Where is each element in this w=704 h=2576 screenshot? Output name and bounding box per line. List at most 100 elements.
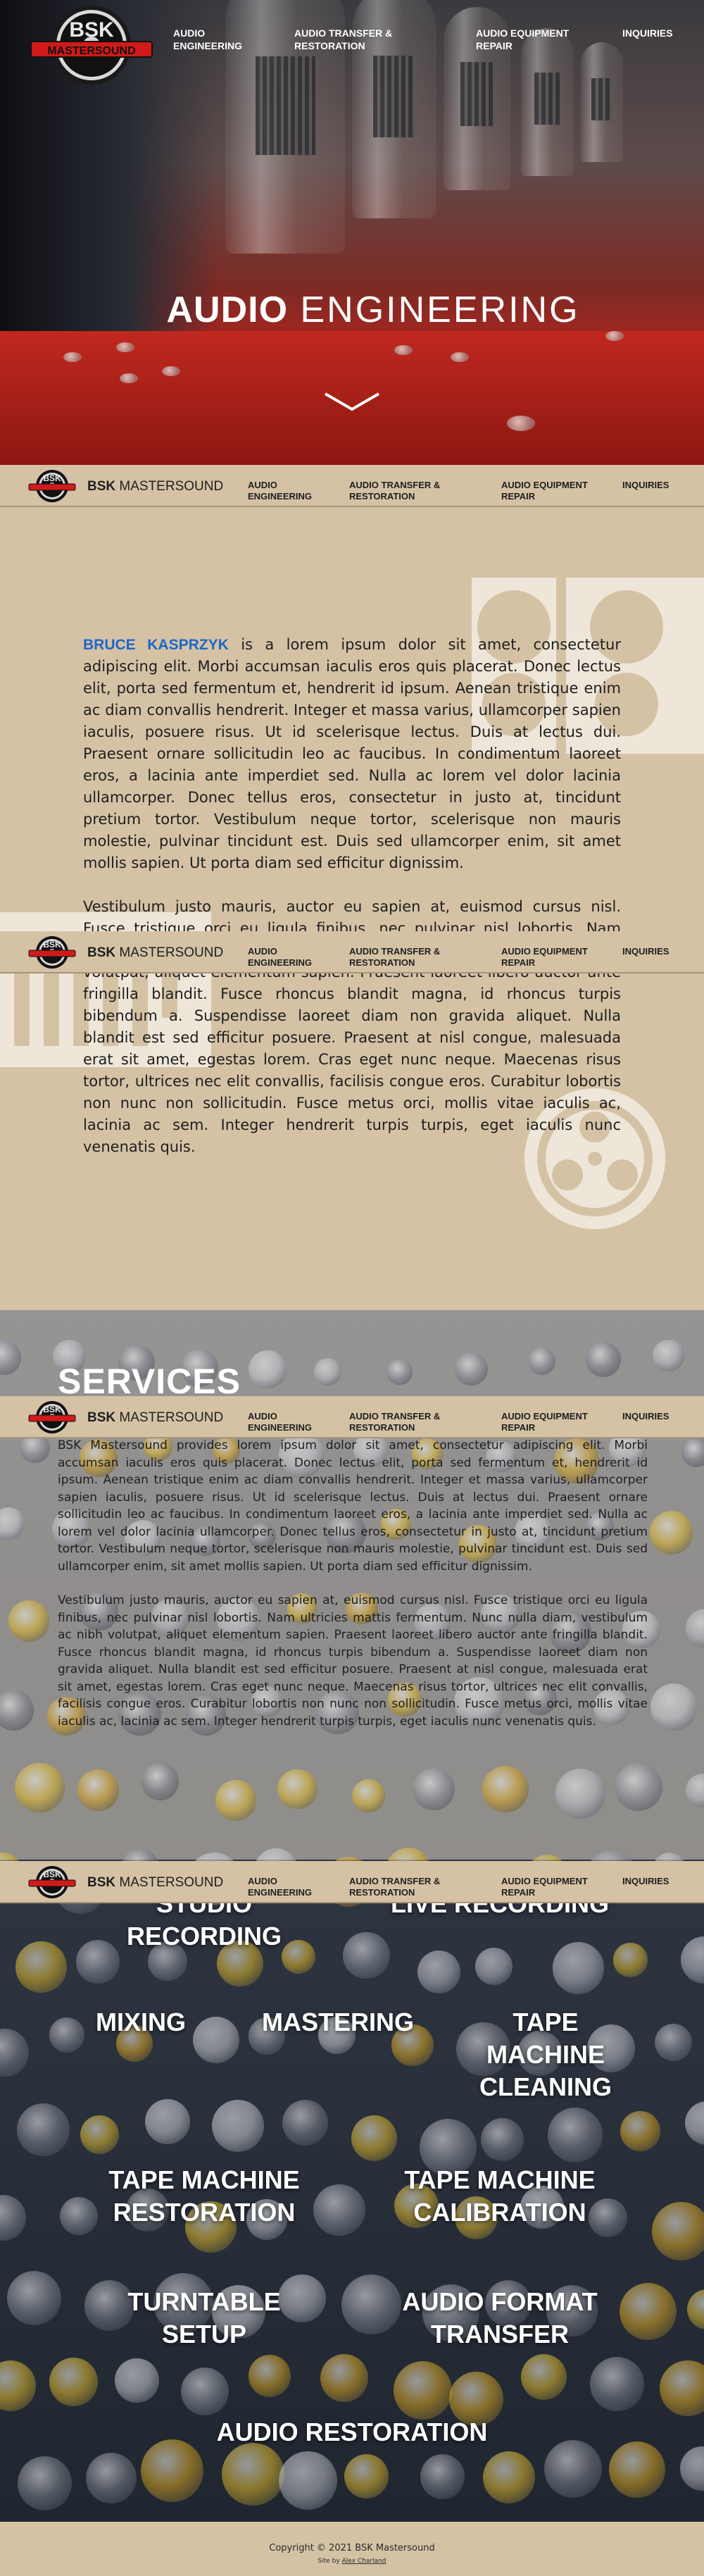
bsk-logo-icon[interactable]: BSK: [28, 1865, 76, 1900]
console-knob: [660, 2360, 704, 2417]
console-knob: [181, 2367, 230, 2415]
brand-name[interactable]: BSK MASTERSOUND: [87, 1410, 223, 1426]
service-audio-restoration[interactable]: AUDIO RESTORATION: [176, 2416, 528, 2449]
service-tape-machine-calibration[interactable]: TAPE MACHINE CALIBRATION: [373, 2164, 627, 2229]
nav-item-inquiries[interactable]: INQUIRIES: [622, 27, 673, 39]
nav-item-audio-transfer-restoration[interactable]: AUDIO TRANSFER & RESTORATION: [349, 1411, 440, 1433]
brand-name[interactable]: BSK MASTERSOUND: [87, 1875, 223, 1891]
service-mastering[interactable]: MASTERING: [243, 2006, 433, 2039]
nav-item-inquiries[interactable]: INQUIRIES: [622, 480, 669, 491]
console-knob: [0, 2194, 27, 2241]
console-knob: [475, 1948, 513, 1986]
console-knob: [15, 1941, 67, 1993]
nav-item-audio-engineering[interactable]: AUDIO ENGINEERING: [248, 946, 312, 969]
footer: Copyright © 2021 BSK Mastersound Site by…: [0, 2522, 704, 2576]
services-text: BSK Mastersound provides lorem ipsum dol…: [58, 1437, 648, 1747]
console-knob: [455, 1352, 488, 1386]
nav-item-audio-transfer-restoration[interactable]: AUDIO TRANSFER & RESTORATION: [349, 1876, 440, 1898]
svg-text:BSK: BSK: [43, 1869, 61, 1879]
console-knob: [49, 2358, 98, 2407]
nav-item-audio-engineering[interactable]: AUDIO ENGINEERING: [248, 480, 312, 502]
console-knob: [520, 2353, 567, 2401]
bsk-logo-icon[interactable]: BSK: [28, 468, 76, 504]
copyright-text: Copyright © 2021 BSK Mastersound: [269, 2543, 435, 2553]
console-knob: [342, 1931, 390, 1979]
console-knob: [482, 2451, 535, 2504]
console-knob: [482, 1765, 529, 1812]
console-knob: [613, 1943, 648, 1978]
bsk-logo-icon[interactable]: BSK: [28, 1400, 76, 1435]
console-knob: [16, 2103, 70, 2157]
nav-item-audio-equipment-repair[interactable]: AUDIO EQUIPMENT REPAIR: [501, 1411, 588, 1433]
services-section: SERVICES BSK Mastersound provides lorem …: [0, 1310, 704, 2522]
console-knob: [278, 2451, 338, 2510]
console-knob: [394, 2361, 453, 2420]
console-knob: [686, 2289, 704, 2330]
console-knob: [417, 1950, 461, 1993]
console-knob: [141, 2439, 204, 2503]
console-knob: [480, 2118, 524, 2162]
console-knob: [86, 2452, 137, 2503]
credit-link[interactable]: Alex Charland: [342, 2558, 386, 2565]
service-mixing[interactable]: MIXING: [63, 2006, 218, 2039]
brand-name[interactable]: BSK MASTERSOUND: [87, 479, 223, 494]
service-tape-machine-cleaning[interactable]: TAPE MACHINE CLEANING: [451, 2006, 641, 2103]
nav-item-audio-engineering[interactable]: AUDIO ENGINEERING: [248, 1876, 312, 1898]
logo[interactable]: BSK MASTERSOUND: [28, 3, 155, 90]
console-knob: [590, 2356, 645, 2411]
console-knob: [420, 2454, 465, 2499]
brand-name[interactable]: BSK MASTERSOUND: [87, 945, 223, 961]
console-knob: [654, 2023, 693, 2061]
services-paragraph: BSK Mastersound provides lorem ipsum dol…: [58, 1438, 648, 1574]
console-knob: [212, 2099, 265, 2152]
nav-item-audio-equipment-repair[interactable]: AUDIO EQUIPMENT REPAIR: [501, 1876, 588, 1898]
console-knob: [527, 1348, 555, 1376]
sticky-navigation: BSK BSK MASTERSOUND AUDIO ENGINEERING AUD…: [0, 1396, 704, 1438]
console-knob: [615, 1762, 663, 1811]
hero-section: BSK MASTERSOUND AUDIO ENGINEERING AUDIO T…: [0, 0, 704, 465]
chevron-down-icon[interactable]: [324, 391, 380, 412]
console-knob: [0, 2029, 29, 2077]
nav-item-inquiries[interactable]: INQUIRIES: [622, 1876, 669, 1887]
bsk-logo-icon[interactable]: BSK: [28, 935, 76, 970]
service-audio-format-transfer[interactable]: AUDIO FORMAT TRANSFER: [373, 2286, 627, 2351]
console-knob: [77, 1769, 119, 1811]
console-knob: [351, 2115, 397, 2161]
console-knob: [249, 2354, 291, 2397]
service-turntable-setup[interactable]: TURNTABLE SETUP: [77, 2286, 331, 2351]
console-knob: [585, 1341, 621, 1377]
nav-item-audio-equipment-repair[interactable]: AUDIO EQUIPMENT REPAIR: [501, 946, 588, 969]
owner-name: BRUCE KASPRZYK: [83, 637, 229, 653]
console-knob: [548, 2107, 603, 2163]
sticky-navigation: BSK BSK MASTERSOUND AUDIO ENGINEERING AUD…: [0, 931, 704, 973]
svg-text:BSK: BSK: [43, 940, 61, 950]
console-knob: [652, 2202, 704, 2260]
console-knob: [412, 1768, 455, 1811]
nav-item-audio-engineering[interactable]: AUDIO ENGINEERING: [173, 27, 242, 52]
console-knob: [555, 1769, 605, 1819]
console-knob: [7, 2270, 62, 2326]
nav-item-audio-transfer-restoration[interactable]: AUDIO TRANSFER & RESTORATION: [349, 480, 440, 502]
nav-item-audio-equipment-repair[interactable]: AUDIO EQUIPMENT REPAIR: [501, 480, 588, 502]
nav-item-audio-engineering[interactable]: AUDIO ENGINEERING: [248, 1411, 312, 1433]
console-knob: [249, 1350, 287, 1388]
console-knob: [619, 2282, 677, 2340]
console-knob: [681, 1936, 704, 1984]
console-knob: [215, 1780, 256, 1821]
nav-item-inquiries[interactable]: INQUIRIES: [622, 946, 669, 957]
hero-title: AUDIO ENGINEERING: [166, 290, 580, 330]
svg-text:MASTERSOUND: MASTERSOUND: [47, 45, 135, 57]
nav-item-inquiries[interactable]: INQUIRIES: [622, 1411, 669, 1422]
nav-item-audio-transfer-restoration[interactable]: AUDIO TRANSFER & RESTORATION: [294, 27, 392, 52]
nav-item-audio-transfer-restoration[interactable]: AUDIO TRANSFER & RESTORATION: [349, 946, 440, 969]
console-knob: [277, 1769, 318, 1809]
console-knob: [141, 1762, 180, 1800]
service-tape-machine-restoration[interactable]: TAPE MACHINE RESTORATION: [77, 2164, 331, 2229]
console-knob: [144, 2099, 190, 2144]
console-knob: [8, 1600, 50, 1642]
console-knob: [80, 2115, 120, 2154]
console-knob: [620, 2111, 660, 2152]
sticky-navigation: BSK BSK MASTERSOUND AUDIO ENGINEERING AUD…: [0, 465, 704, 507]
nav-item-audio-equipment-repair[interactable]: AUDIO EQUIPMENT REPAIR: [476, 27, 569, 52]
console-knob: [650, 1684, 698, 1731]
